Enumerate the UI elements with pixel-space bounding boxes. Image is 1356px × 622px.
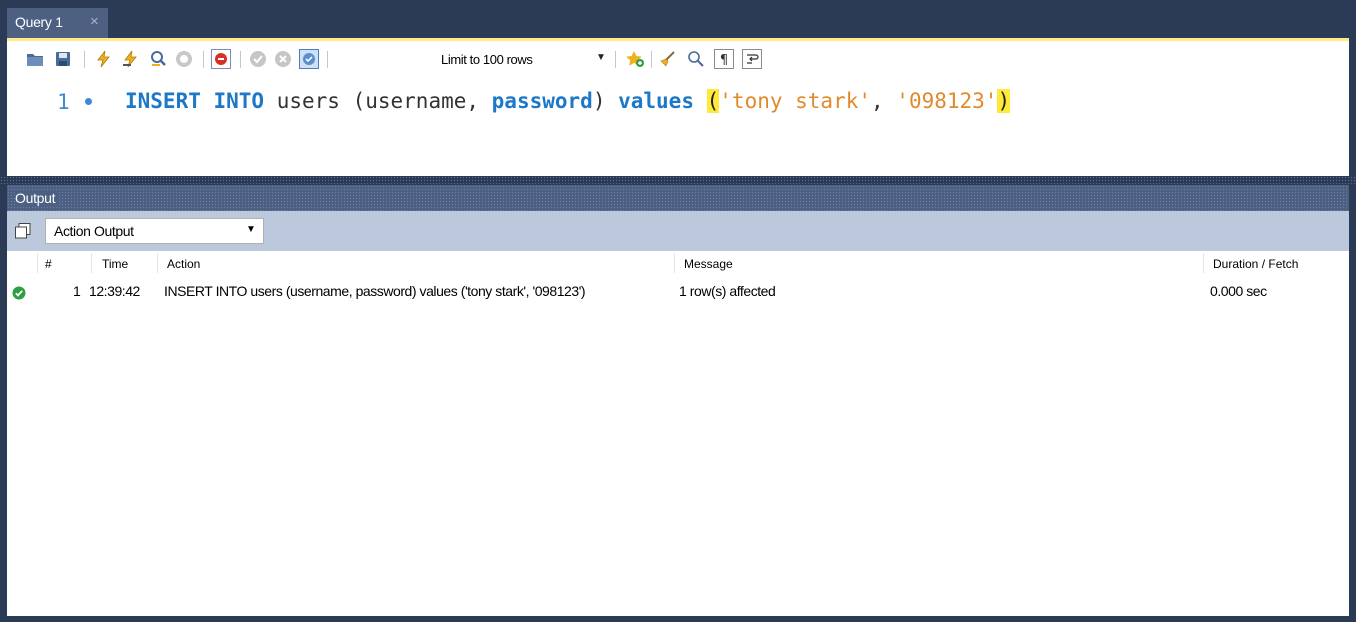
matched-paren: ( bbox=[706, 89, 720, 113]
execute-current-icon[interactable] bbox=[121, 50, 139, 68]
output-type-select[interactable]: Action Output ▼ bbox=[45, 218, 264, 244]
tab-query-1[interactable]: Query 1 × bbox=[7, 8, 108, 38]
execute-icon[interactable] bbox=[94, 50, 112, 68]
column-header-action[interactable]: Action bbox=[167, 257, 200, 271]
wrap-lines-icon[interactable] bbox=[742, 49, 762, 69]
row-num: 1 bbox=[73, 283, 81, 299]
find-icon[interactable] bbox=[687, 50, 705, 68]
query-tab-strip: Query 1 × bbox=[0, 0, 1356, 38]
panel-splitter[interactable] bbox=[0, 176, 1356, 185]
sql-text: ) bbox=[592, 89, 619, 113]
column-header-num[interactable]: # bbox=[45, 257, 52, 271]
sql-statement[interactable]: INSERT INTO users (username, password) v… bbox=[125, 89, 1011, 113]
sql-keyword: values bbox=[618, 89, 694, 113]
explain-icon[interactable] bbox=[149, 50, 167, 68]
row-message: 1 row(s) affected bbox=[679, 283, 776, 299]
matched-paren: ) bbox=[997, 89, 1011, 113]
svg-text:¶: ¶ bbox=[720, 53, 728, 68]
copy-icon[interactable] bbox=[14, 222, 32, 240]
commit-icon[interactable] bbox=[249, 50, 267, 68]
limit-rows-select[interactable]: Limit to 100 rows ▼ bbox=[439, 49, 613, 71]
sql-text: , bbox=[871, 89, 897, 113]
beautify-icon[interactable] bbox=[659, 50, 677, 68]
sql-code-line-1[interactable]: 1 INSERT INTO users (username, password)… bbox=[7, 81, 1349, 121]
sql-string: '098123' bbox=[896, 89, 998, 113]
row-time: 12:39:42 bbox=[89, 283, 140, 299]
line-number: 1 bbox=[57, 90, 70, 114]
sql-text: users (username, bbox=[264, 89, 492, 113]
statement-marker-icon bbox=[85, 98, 92, 105]
output-type-value: Action Output bbox=[54, 223, 134, 239]
column-header-message[interactable]: Message bbox=[684, 257, 733, 271]
toggle-error-icon[interactable] bbox=[211, 49, 231, 69]
stop-icon[interactable] bbox=[175, 50, 193, 68]
save-icon[interactable] bbox=[54, 50, 72, 68]
close-tab-icon[interactable]: × bbox=[90, 13, 99, 30]
sql-editor-toolbar: Limit to 100 rows ▼ ¶ bbox=[7, 41, 1349, 77]
action-output-table: # Time Action Message Duration / Fetch 1… bbox=[7, 251, 1349, 616]
chevron-down-icon: ▼ bbox=[596, 52, 606, 63]
autocommit-icon[interactable] bbox=[299, 49, 319, 69]
sql-keyword: INSERT INTO bbox=[125, 89, 265, 113]
sql-editor-panel: Limit to 100 rows ▼ ¶ 1 INSERT INTO user… bbox=[7, 38, 1349, 176]
rollback-icon[interactable] bbox=[274, 50, 292, 68]
tab-title: Query 1 bbox=[15, 14, 63, 30]
output-panel-header: Output bbox=[7, 185, 1349, 211]
output-toolbar: Action Output ▼ bbox=[7, 211, 1349, 251]
invisible-chars-icon[interactable]: ¶ bbox=[714, 49, 734, 69]
limit-rows-value: Limit to 100 rows bbox=[441, 52, 533, 67]
sql-string: 'tony stark' bbox=[719, 89, 871, 113]
sql-keyword: password bbox=[491, 89, 593, 113]
column-header-time[interactable]: Time bbox=[102, 257, 128, 271]
row-action: INSERT INTO users (username, password) v… bbox=[164, 283, 586, 299]
open-folder-icon[interactable] bbox=[26, 50, 44, 68]
column-header-duration[interactable]: Duration / Fetch bbox=[1213, 257, 1298, 271]
output-title: Output bbox=[15, 190, 60, 206]
chevron-down-icon: ▼ bbox=[246, 224, 256, 235]
bookmark-star-icon[interactable] bbox=[625, 50, 645, 68]
success-check-icon bbox=[12, 286, 26, 300]
row-duration: 0.000 sec bbox=[1210, 283, 1267, 299]
